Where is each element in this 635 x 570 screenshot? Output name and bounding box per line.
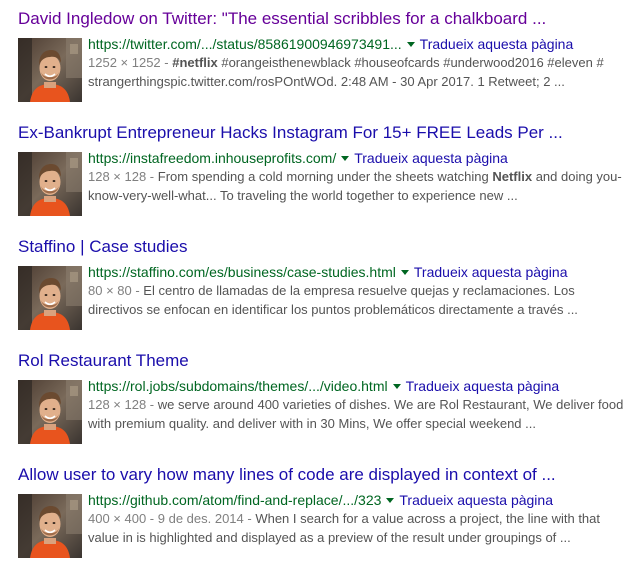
triangle-down-icon[interactable]	[386, 497, 395, 503]
result-url-line: https://github.com/atom/find-and-replace…	[88, 491, 553, 509]
result-url[interactable]: https://github.com/atom/find-and-replace…	[88, 492, 381, 508]
portrait-photo-icon	[18, 494, 82, 558]
search-result: Ex-Bankrupt Entrepreneur Hacks Instagram…	[18, 114, 630, 228]
result-url[interactable]: https://rol.jobs/subdomains/themes/.../v…	[88, 378, 388, 394]
triangle-down-icon[interactable]	[406, 41, 415, 47]
search-result: Allow user to vary how many lines of cod…	[18, 456, 630, 570]
result-title-link[interactable]: David Ingledow on Twitter: "The essentia…	[18, 8, 630, 30]
result-meta: 128 × 128 -	[88, 397, 158, 412]
portrait-photo-icon	[18, 38, 82, 102]
triangle-down-icon[interactable]	[341, 155, 350, 161]
portrait-photo-icon	[18, 380, 82, 444]
result-thumbnail[interactable]	[18, 494, 82, 558]
result-title-link[interactable]: Staffino | Case studies	[18, 236, 630, 258]
result-title-link[interactable]: Rol Restaurant Theme	[18, 350, 630, 372]
result-thumbnail[interactable]	[18, 38, 82, 102]
result-snippet-text: we serve around 400 varieties of dishes.…	[88, 397, 624, 431]
result-title-link[interactable]: Allow user to vary how many lines of cod…	[18, 464, 630, 486]
result-meta: 128 × 128 -	[88, 169, 158, 184]
result-url[interactable]: https://instafreedom.inhouseprofits.com/	[88, 150, 336, 166]
portrait-photo-icon	[18, 152, 82, 216]
result-snippet: 1252 × 1252 - #netflix #orangeisthenewbl…	[88, 53, 630, 91]
result-title-link[interactable]: Ex-Bankrupt Entrepreneur Hacks Instagram…	[18, 122, 630, 144]
result-url[interactable]: https://staffino.com/es/business/case-st…	[88, 264, 396, 280]
result-snippet: 128 × 128 - From spending a cold morning…	[88, 167, 630, 205]
result-meta: 80 × 80 -	[88, 283, 144, 298]
result-snippet: 400 × 400 - 9 de des. 2014 - When I sear…	[88, 509, 630, 547]
triangle-down-icon[interactable]	[400, 269, 409, 275]
translate-page-link[interactable]: Tradueix aquesta pàgina	[406, 378, 560, 394]
result-thumbnail[interactable]	[18, 266, 82, 330]
result-url-line: https://twitter.com/.../status/858619009…	[88, 35, 573, 53]
translate-page-link[interactable]: Tradueix aquesta pàgina	[399, 492, 553, 508]
result-meta: 1252 × 1252 -	[88, 55, 173, 70]
result-thumbnail[interactable]	[18, 380, 82, 444]
result-url-line: https://rol.jobs/subdomains/themes/.../v…	[88, 377, 559, 395]
result-snippet: 80 × 80 - El centro de llamadas de la em…	[88, 281, 630, 319]
translate-page-link[interactable]: Tradueix aquesta pàgina	[414, 264, 568, 280]
result-meta: 400 × 400 - 9 de des. 2014 -	[88, 511, 256, 526]
translate-page-link[interactable]: Tradueix aquesta pàgina	[354, 150, 508, 166]
search-result: Staffino | Case studies https://staffino…	[18, 228, 630, 342]
portrait-photo-icon	[18, 266, 82, 330]
result-snippet-text: El centro de llamadas de la empresa resu…	[88, 283, 578, 317]
result-url-line: https://staffino.com/es/business/case-st…	[88, 263, 567, 281]
result-url[interactable]: https://twitter.com/.../status/858619009…	[88, 36, 402, 52]
translate-page-link[interactable]: Tradueix aquesta pàgina	[420, 36, 574, 52]
result-snippet: 128 × 128 - we serve around 400 varietie…	[88, 395, 630, 433]
search-result: Rol Restaurant Theme https://rol.jobs/su…	[18, 342, 630, 456]
result-snippet-text: From spending a cold morning under the s…	[88, 169, 622, 203]
triangle-down-icon[interactable]	[392, 383, 401, 389]
result-thumbnail[interactable]	[18, 152, 82, 216]
search-results-list: David Ingledow on Twitter: "The essentia…	[18, 0, 630, 570]
search-result: David Ingledow on Twitter: "The essentia…	[18, 0, 630, 114]
result-url-line: https://instafreedom.inhouseprofits.com/…	[88, 149, 508, 167]
